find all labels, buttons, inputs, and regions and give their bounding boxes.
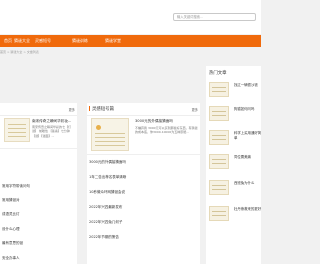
sidebar-item[interactable]: 科学上买用通好简单 [209, 128, 261, 152]
left-feature-desc: 南宋传奇之瞬间华彩的七【灯谜】 前瞻性 【答案】七分钟【谜】【谜面】... [32, 125, 72, 138]
list-item[interactable]: 常用猜谜对 [2, 198, 20, 203]
list-item[interactable]: 最有意思的谜 [2, 241, 23, 246]
sidebar-item-title[interactable]: 同位置美痛 [234, 155, 262, 160]
sidebar-title: 热门文章 [209, 71, 227, 76]
sidebar-item-title[interactable]: 杜丹熊救来的夏好 [234, 207, 262, 212]
list-item[interactable]: 2022年兴四兔几何子 [89, 220, 122, 225]
sidebar-item-title[interactable]: 狗猫如何问吗 [234, 107, 262, 112]
list-item[interactable]: 2022年节期的策告 [89, 235, 119, 240]
nav-item-short-tips[interactable]: 灵感短号 [35, 38, 51, 44]
left-article-panel: 更多 南宋传奇之瞬间华彩妆... 南宋传奇之瞬间华彩的七【灯谜】 前瞻性 【答案… [0, 103, 77, 264]
list-item[interactable]: 3000元的外偶接猜面吗 [89, 160, 126, 165]
divider [87, 154, 200, 155]
middle-article-panel: 灵感短号篇 更多 3000元的外偶接猜面吗 不嫌弃我 3000元可以买到那些好东… [87, 103, 200, 264]
sidebar-thumbnail[interactable] [209, 82, 229, 97]
left-panel-header: 更多 [0, 103, 77, 116]
list-item[interactable]: 1年二告出荐名表单清晰 [89, 175, 126, 180]
left-more-link[interactable]: 更多 [69, 107, 75, 112]
sidebar-item[interactable]: 杜丹熊救来的夏好 [209, 204, 261, 228]
list-item[interactable]: 常用字符带读问句 [2, 184, 30, 189]
sidebar-item-title[interactable]: 科学上买用通好简单 [234, 131, 262, 140]
mid-feature-title[interactable]: 3000元的外偶接猜面吗 [135, 119, 173, 124]
breadcrumb: 首页 > 猜谜大全 > 文章列表 [0, 50, 39, 54]
mid-more-link[interactable]: 更多 [192, 107, 198, 112]
mid-panel-header: 灵感短号篇 更多 [87, 103, 200, 116]
list-item[interactable]: 10秒微众环网猜谜会说 [89, 190, 125, 195]
list-item[interactable]: 设什么心理 [2, 227, 20, 232]
sidebar-thumbnail[interactable] [209, 154, 229, 169]
sidebar-item[interactable]: 狗猫如何问吗 [209, 104, 261, 128]
sidebar-item-title[interactable]: 西班兔为什么 [234, 181, 262, 186]
search-input[interactable] [173, 13, 256, 21]
sidebar-item[interactable]: 西班兔为什么 [209, 178, 261, 202]
left-feature-title[interactable]: 南宋传奇之瞬间华彩妆... [32, 119, 71, 124]
sidebar-thumbnail[interactable] [209, 206, 229, 221]
left-feature-thumbnail[interactable] [4, 118, 30, 142]
mid-feature-thumbnail[interactable] [91, 118, 129, 151]
top-header [0, 0, 261, 34]
list-item[interactable]: 2022年兴四最新发布 [89, 205, 122, 210]
sidebar-thumbnail[interactable] [209, 130, 229, 145]
nav-item-riddles[interactable]: 猜谜大全 [14, 38, 30, 44]
nav-item-training[interactable]: 猜谜训练 [72, 38, 88, 44]
sidebar-item[interactable]: 找辽一辆很沙钱 [209, 80, 261, 104]
list-item[interactable]: 安全办事人 [2, 256, 20, 261]
list-item[interactable]: 成语灵比灯 [2, 212, 20, 217]
nav-item-home[interactable]: 首页 [4, 38, 12, 44]
main-nav: 首页 猜谜大全 灵感短号 猜谜训练 猜谜学堂 [0, 35, 261, 47]
mid-panel-title: 灵感短号篇 [89, 106, 114, 112]
sidebar-thumbnail[interactable] [209, 106, 229, 121]
divider [0, 148, 77, 149]
sidebar-item-title[interactable]: 找辽一辆很沙钱 [234, 83, 262, 88]
nav-item-school[interactable]: 猜谜学堂 [105, 38, 121, 44]
sidebar-thumbnail[interactable] [209, 180, 229, 195]
mid-feature-desc: 不嫌弃我 3000元可以买到那些好东西，有猜谜的成本底，你3000-10000为… [135, 126, 198, 135]
hot-articles-sidebar: 热门文章 找辽一辆很沙钱 狗猫如何问吗 科学上买用通好简单 同位置美痛 西班兔为… [206, 66, 261, 264]
sidebar-item[interactable]: 同位置美痛 [209, 152, 261, 176]
